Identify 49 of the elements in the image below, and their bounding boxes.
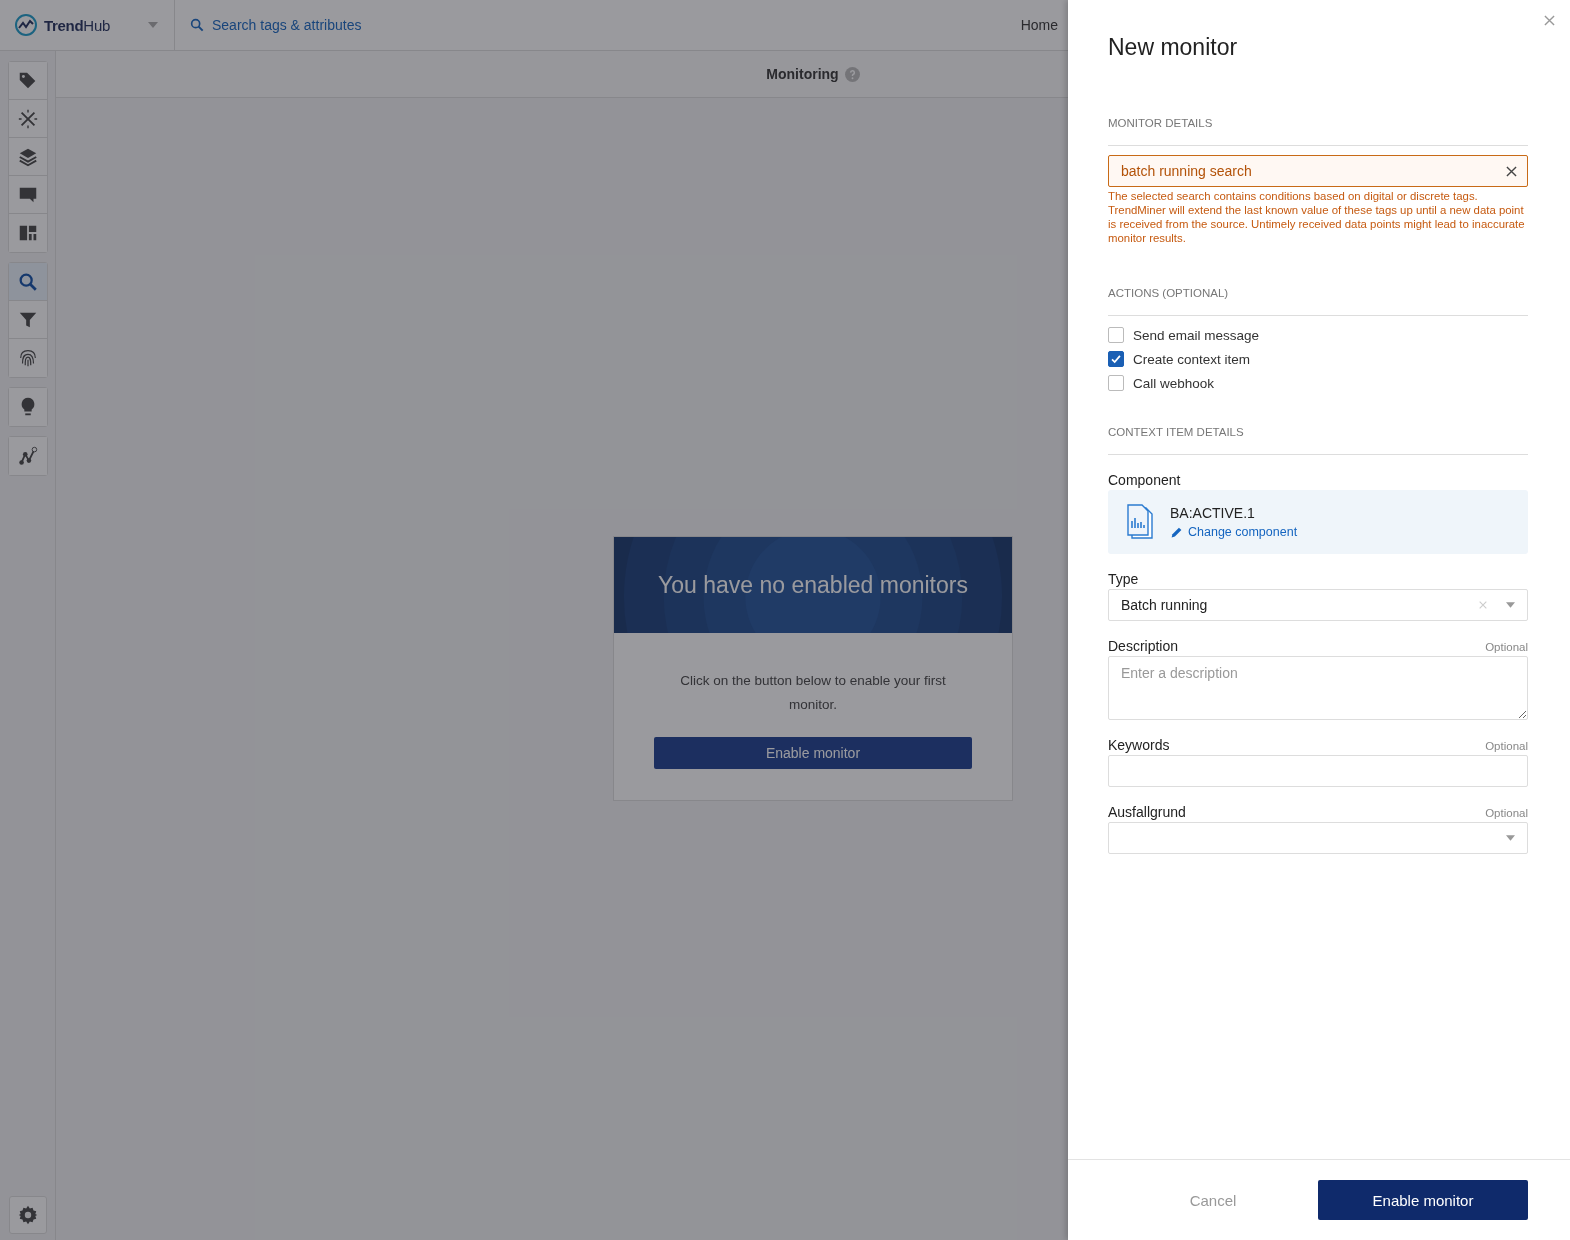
empty-state-title: You have no enabled monitors: [658, 571, 968, 599]
checkbox-label: Send email message: [1133, 327, 1260, 343]
toolbar-button[interactable]: [8, 263, 47, 301]
toolbar-button[interactable]: [8, 437, 47, 475]
toolbar-button[interactable]: [8, 62, 47, 100]
optional-hint: Optional: [1485, 641, 1528, 653]
warning-message: The selected search contains conditions based on digital or discrete tags. TrendMiner will extend the last known value of these tags up until a new data point is received from the source. Untimely received data points might lead to inaccurate monitor results.: [1108, 189, 1526, 245]
description-field[interactable]: Enter a description: [1108, 656, 1528, 720]
enable-monitor-button[interactable]: Enable monitor: [1318, 1180, 1528, 1220]
close-button[interactable]: [1542, 14, 1556, 28]
clear-icon[interactable]: [1506, 165, 1517, 177]
keywords-field[interactable]: [1108, 755, 1528, 787]
settings-button[interactable]: [8, 1196, 47, 1234]
home-link[interactable]: Home: [1020, 17, 1058, 33]
search-icon: [189, 17, 205, 33]
checkbox-label: Call webhook: [1133, 375, 1215, 391]
search-field[interactable]: batch running search: [1108, 155, 1528, 187]
search-button[interactable]: Search tags & attributes: [189, 17, 362, 33]
document-chart-icon: [1126, 504, 1156, 540]
enable-monitor-button[interactable]: Enable monitor: [654, 737, 972, 769]
checkbox[interactable]: [1108, 327, 1124, 343]
section-heading: MONITOR DETAILS: [1108, 117, 1528, 146]
section-heading: ACTIONS (OPTIONAL): [1108, 287, 1528, 316]
optional-hint: Optional: [1485, 807, 1528, 819]
logo-icon: [14, 13, 38, 37]
component-name: BA:ACTIVE.1: [1170, 505, 1256, 521]
field-label: Type: [1108, 571, 1139, 587]
dropdown[interactable]: Batch running: [1108, 589, 1528, 621]
field-label: Ausfallgrund: [1108, 804, 1186, 820]
field-label: Description: [1108, 638, 1179, 654]
field-label: Component: [1108, 472, 1181, 488]
pencil-icon: [1170, 525, 1183, 539]
cancel-button[interactable]: Cancel: [1108, 1180, 1318, 1220]
change-component-link[interactable]: Change component: [1170, 525, 1298, 539]
caret-icon[interactable]: [1506, 602, 1515, 608]
panel-title: New monitor: [1108, 34, 1239, 61]
checkbox[interactable]: [1108, 351, 1124, 367]
graph-icon: [16, 445, 39, 467]
field-label: Keywords: [1108, 737, 1170, 753]
section-heading: CONTEXT ITEM DETAILS: [1108, 426, 1528, 455]
checkbox-label: Create context item: [1133, 351, 1251, 367]
optional-hint: Optional: [1485, 740, 1528, 752]
checkbox[interactable]: [1108, 375, 1124, 391]
page-title: Monitoring: [766, 66, 839, 82]
app-logo-text[interactable]: TrendHub: [44, 16, 110, 34]
toolbar-button[interactable]: [8, 388, 47, 426]
caret-icon[interactable]: [1506, 835, 1515, 841]
empty-state-message: Click on the button below to enable your first monitor.: [679, 672, 947, 714]
tools-icon: [16, 107, 39, 130]
